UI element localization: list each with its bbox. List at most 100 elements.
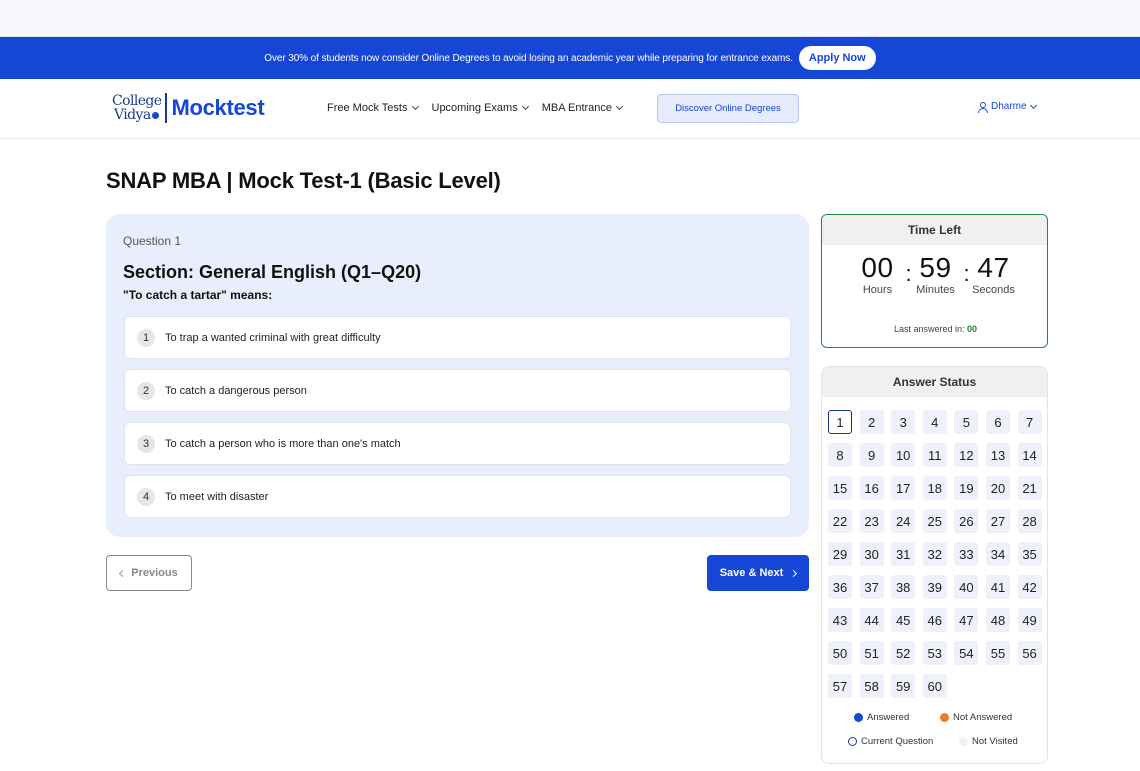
question-palette-item[interactable]: 17 [891,476,916,500]
question-palette-item[interactable]: 41 [985,575,1010,599]
option-number: 4 [137,487,155,506]
question-palette-item[interactable]: 35 [1017,542,1042,566]
timer-minutes-label: Minutes [916,284,955,296]
question-palette-item[interactable]: 22 [828,509,852,533]
legend-answered-label: Answered [867,712,910,723]
main-menu: Free Mock Tests Upcoming Exams MBA Entra… [327,79,624,137]
menu-free-mock-tests[interactable]: Free Mock Tests [327,102,419,114]
option-4[interactable]: 4 To meet with disaster [124,475,791,518]
question-palette-item[interactable]: 49 [1017,608,1042,632]
legend-answered: Answered [854,712,940,723]
question-palette-item[interactable]: 33 [954,542,979,566]
question-palette-item[interactable]: 38 [891,575,916,599]
question-palette-item[interactable]: 3 [891,410,916,434]
question-palette-item[interactable]: 15 [828,476,852,500]
question-palette-item[interactable]: 56 [1017,641,1042,665]
question-palette-item[interactable]: 13 [985,443,1010,467]
question-palette-item[interactable]: 5 [954,410,979,434]
chevron-down-icon [411,102,419,111]
question-palette-item[interactable]: 31 [891,542,916,566]
legend-row-1: Answered Not Answered [822,712,1047,723]
question-palette-item[interactable]: 32 [922,542,947,566]
option-text: To catch a dangerous person [165,384,307,397]
timer-hours: 00 Hours [850,253,906,297]
previous-button[interactable]: Previous [106,555,192,591]
option-3[interactable]: 3 To catch a person who is more than one… [124,422,791,465]
question-palette-item[interactable]: 47 [954,608,979,632]
question-palette-item[interactable]: 29 [828,542,852,566]
timer-seconds: 47 Seconds [966,253,1022,297]
option-2[interactable]: 2 To catch a dangerous person [124,369,791,412]
question-palette-item[interactable]: 57 [828,674,852,698]
chevron-right-icon [790,569,798,577]
question-palette-item[interactable]: 46 [922,608,947,632]
question-palette-item[interactable]: 1 [828,410,852,434]
question-palette-item[interactable]: 39 [922,575,947,599]
question-palette-item[interactable]: 21 [1017,476,1042,500]
question-palette-item[interactable]: 16 [859,476,884,500]
question-palette-item[interactable]: 60 [922,674,947,698]
question-palette-item[interactable]: 37 [859,575,884,599]
last-answered-value: 00 [967,324,978,334]
question-palette-item[interactable]: 51 [859,641,884,665]
question-palette-item[interactable]: 27 [985,509,1010,533]
question-palette-item[interactable]: 2 [859,410,884,434]
legend-row-2: Current Question Not Visited [822,736,1047,747]
menu-upcoming-exams[interactable]: Upcoming Exams [432,102,529,114]
save-next-button[interactable]: Save & Next [707,555,809,591]
college-vidya-mocktest-logo[interactable]: College Vidya Mocktest [112,93,265,123]
promo-banner: Over 30% of students now consider Online… [0,37,1140,79]
question-palette-item[interactable]: 59 [891,674,916,698]
question-palette-item[interactable]: 24 [891,509,916,533]
legend-not-visited: Not Visited [959,736,1018,747]
question-palette-item[interactable]: 44 [859,608,884,632]
question-palette-item[interactable]: 48 [985,608,1010,632]
question-palette-item[interactable]: 7 [1017,410,1042,434]
question-text: "To catch a tartar" means: [123,288,273,302]
question-palette-item[interactable]: 6 [985,410,1010,434]
question-palette-item[interactable]: 34 [985,542,1010,566]
logo-college-vidya: College Vidya [112,94,162,122]
question-palette-item[interactable]: 30 [859,542,884,566]
question-palette-item[interactable]: 28 [1017,509,1042,533]
question-palette-item[interactable]: 14 [1017,443,1042,467]
question-palette-item[interactable]: 11 [922,443,947,467]
logo-vidya-line: Vidya [112,108,161,122]
timer-minutes: 59 Minutes [908,253,964,297]
question-palette-item[interactable]: 36 [828,575,852,599]
question-palette-item[interactable]: 25 [922,509,947,533]
menu-label: MBA Entrance [541,102,613,114]
question-palette-item[interactable]: 53 [922,641,947,665]
question-palette-item[interactable]: 9 [859,443,884,467]
question-palette-item[interactable]: 58 [859,674,884,698]
question-palette-item[interactable]: 26 [954,509,979,533]
question-palette-item[interactable]: 23 [859,509,884,533]
discover-online-degrees-button[interactable]: Discover Online Degrees [657,94,799,123]
question-palette-item[interactable]: 43 [828,608,852,632]
top-navbar: College Vidya Mocktest Free Mock Tests U… [0,79,1140,139]
question-number: Question 1 [123,234,182,248]
logo-mocktest-text: Mocktest [171,95,265,120]
question-palette-item[interactable]: 19 [954,476,979,500]
menu-label: Free Mock Tests [327,102,408,114]
chevron-left-icon [119,569,127,577]
question-palette-item[interactable]: 54 [954,641,979,665]
question-palette-item[interactable]: 8 [828,443,852,467]
question-palette-item[interactable]: 20 [985,476,1010,500]
question-palette-item[interactable]: 55 [985,641,1010,665]
user-menu[interactable]: Dharme [977,101,1037,113]
logo-dot-icon [151,111,159,119]
question-palette-item[interactable]: 45 [891,608,916,632]
question-palette-item[interactable]: 4 [922,410,947,434]
question-palette-item[interactable]: 50 [828,641,852,665]
apply-now-button[interactable]: Apply Now [798,46,876,70]
question-palette-item[interactable]: 42 [1017,575,1042,599]
question-palette-item[interactable]: 10 [891,443,916,467]
menu-mba-entrance[interactable]: MBA Entrance [541,102,624,114]
option-1[interactable]: 1 To trap a wanted criminal with great d… [124,316,791,359]
question-palette-item[interactable]: 52 [891,641,916,665]
question-palette-item[interactable]: 12 [954,443,979,467]
last-answered-label: Last answered in: [893,324,965,334]
question-palette-item[interactable]: 40 [954,575,979,599]
question-palette-item[interactable]: 18 [922,476,947,500]
